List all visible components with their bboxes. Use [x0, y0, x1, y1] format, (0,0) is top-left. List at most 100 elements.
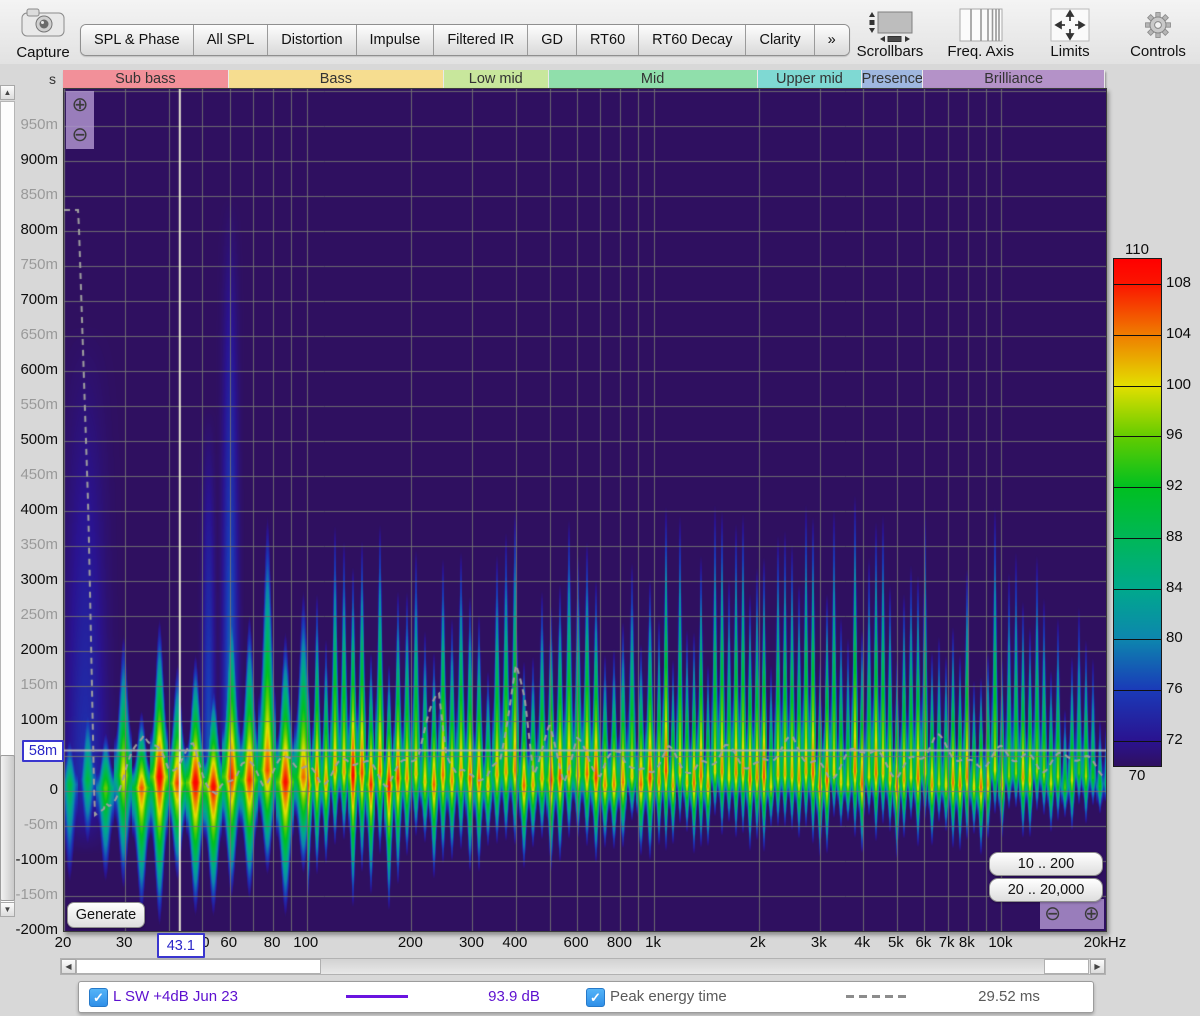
checkmark-icon: ✓	[93, 990, 104, 1006]
controls-tool[interactable]: Controls	[1126, 8, 1190, 60]
band-mid: Mid	[549, 70, 758, 88]
measurement-checkbox[interactable]: ✓	[89, 988, 108, 1007]
freq-axis-icon	[958, 8, 1004, 42]
colorbar-tick	[1114, 436, 1161, 437]
view-tab-bar: SPL & PhaseAll SPLDistortionImpulseFilte…	[80, 24, 850, 56]
capture-button[interactable]: Capture	[10, 6, 76, 61]
frequency-band-strip: Sub bassBassLow midMidUpper midPresenceB…	[63, 70, 1105, 88]
scrollbars-label: Scrollbars	[857, 43, 924, 60]
colorbar-tick-label: 88	[1166, 528, 1183, 545]
scroll-down-button[interactable]: ▼	[0, 902, 15, 917]
range-button-20-20000[interactable]: 20 .. 20,000	[989, 878, 1103, 902]
peak-energy-checkbox[interactable]: ✓	[586, 988, 605, 1007]
freq-axis-tool[interactable]: Freq. Axis	[947, 8, 1014, 60]
cursor-frequency-label: 43.1	[157, 933, 205, 958]
plot-zoom-controls-topleft: ⊕ ⊖	[66, 91, 94, 149]
controls-label: Controls	[1130, 43, 1186, 60]
range-button-10-200[interactable]: 10 .. 200	[989, 852, 1103, 876]
colorbar-tick-label: 80	[1166, 629, 1183, 646]
camera-icon	[19, 25, 67, 42]
colorbar-tick-label: 76	[1166, 680, 1183, 697]
scrollbars-tool[interactable]: Scrollbars	[857, 8, 924, 60]
x-tick-label: 8k	[959, 934, 975, 951]
plot-zoom-controls-bottomright: ⊖ ⊕	[1040, 899, 1104, 929]
view-tab[interactable]: RT60	[577, 25, 639, 55]
spectrogram-canvas[interactable]	[64, 89, 1106, 931]
scroll-down-icon: ▼	[4, 905, 12, 914]
limits-label: Limits	[1050, 43, 1089, 60]
peak-energy-value: 29.52 ms	[959, 988, 1059, 1005]
measurement-line-swatch	[346, 995, 408, 998]
zoom-in-icon[interactable]: ⊕	[72, 95, 89, 115]
colorbar-tick-label: 72	[1166, 731, 1183, 748]
zoom-out-icon[interactable]: ⊖	[72, 125, 89, 145]
view-tab[interactable]: GD	[528, 25, 577, 55]
view-tab[interactable]: All SPL	[194, 25, 269, 55]
band-bass: Bass	[229, 70, 444, 88]
colorbar-min-label: 70	[1113, 767, 1161, 784]
colorbar-tick	[1114, 284, 1161, 285]
horizontal-scrollbar-thumb[interactable]	[76, 959, 321, 974]
app-window: Capture SPL & PhaseAll SPLDistortionImpu…	[0, 0, 1200, 1016]
band-upper-mid: Upper mid	[758, 70, 863, 88]
scroll-right-icon: ▶	[1094, 962, 1100, 971]
view-tab[interactable]: »	[815, 25, 849, 55]
capture-label: Capture	[10, 44, 76, 61]
colorbar-tick	[1114, 639, 1161, 640]
view-tab[interactable]: RT60 Decay	[639, 25, 746, 55]
view-tab[interactable]: Distortion	[268, 25, 356, 55]
colorbar-tick-label: 84	[1166, 579, 1183, 596]
x-tick-label: 60	[220, 934, 237, 951]
x-tick-label: 10k	[988, 934, 1012, 951]
freq-axis-label: Freq. Axis	[947, 43, 1014, 60]
generate-button[interactable]: Generate	[67, 902, 145, 928]
x-tick-label: 800	[607, 934, 632, 951]
horizontal-scrollbar-thumb2[interactable]	[1044, 959, 1089, 974]
x-tick-label: 400	[502, 934, 527, 951]
band-presence: Presence	[862, 70, 923, 88]
zoom-out-icon[interactable]: ⊖	[1044, 904, 1061, 924]
toolbar: Capture SPL & PhaseAll SPLDistortionImpu…	[0, 0, 1200, 64]
band-low-mid: Low mid	[444, 70, 549, 88]
zoom-in-icon[interactable]: ⊕	[1083, 904, 1100, 924]
colorbar-tick	[1114, 386, 1161, 387]
colorbar-tick-label: 92	[1166, 477, 1183, 494]
colorbar-max-label: 110	[1113, 241, 1161, 258]
x-tick-label: 7k	[939, 934, 955, 951]
view-tab[interactable]: Impulse	[357, 25, 435, 55]
cursor-time-label: 58m	[22, 740, 64, 762]
colorbar-tick-label: 100	[1166, 376, 1191, 393]
band-brilliance: Brilliance	[923, 70, 1105, 88]
view-tab[interactable]: Filtered IR	[434, 25, 528, 55]
view-tab[interactable]: Clarity	[746, 25, 814, 55]
x-tick-label: 3k	[811, 934, 827, 951]
x-tick-label: 2k	[750, 934, 766, 951]
x-tick-label: 1k	[645, 934, 661, 951]
colorbar-tick	[1114, 487, 1161, 488]
x-tick-label: 300	[459, 934, 484, 951]
colorbar-tick	[1114, 741, 1161, 742]
scrollbars-icon	[864, 8, 916, 42]
vertical-scrollbar-thumb[interactable]	[0, 755, 15, 901]
colorbar-tick-label: 104	[1166, 325, 1191, 342]
colorbar-tick	[1114, 335, 1161, 336]
measurement-legend-bar: ✓ L SW +4dB Jun 23 93.9 dB ✓ Peak energy…	[78, 981, 1094, 1013]
horizontal-scrollbar[interactable]: ◀ ▶	[60, 958, 1106, 975]
colorbar-tick	[1114, 538, 1161, 539]
peak-energy-label: Peak energy time	[610, 988, 727, 1005]
scroll-left-button[interactable]: ◀	[61, 959, 76, 974]
view-tab[interactable]: SPL & Phase	[81, 25, 194, 55]
band-sub-bass: Sub bass	[63, 70, 229, 88]
vertical-scrollbar[interactable]: ▲ ▼	[0, 85, 17, 929]
measurement-value: 93.9 dB	[464, 988, 564, 1005]
scroll-up-button[interactable]: ▲	[0, 85, 15, 100]
measurement-label: L SW +4dB Jun 23	[113, 988, 238, 1005]
x-tick-label: 80	[264, 934, 281, 951]
x-tick-label: 4k	[854, 934, 870, 951]
x-tick-label: 20kHz	[1084, 934, 1127, 951]
spectrogram-plot[interactable]: ⊕ ⊖ ⊖ ⊕ Generate 10 .. 200 20 .. 20,000	[63, 88, 1107, 932]
x-tick-label: 200	[398, 934, 423, 951]
colorbar	[1113, 258, 1162, 767]
limits-tool[interactable]: Limits	[1038, 8, 1102, 60]
scroll-right-button[interactable]: ▶	[1090, 959, 1105, 974]
